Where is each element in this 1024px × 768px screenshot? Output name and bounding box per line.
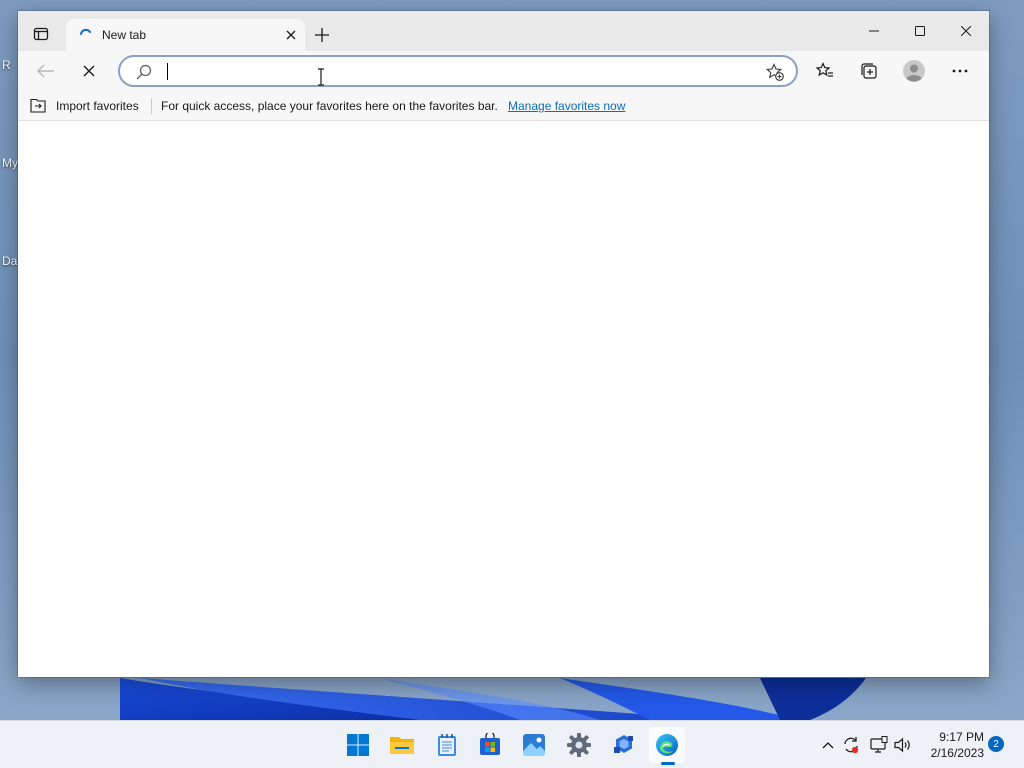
chevron-up-icon [822, 742, 834, 749]
network-tray-button[interactable] [869, 735, 889, 755]
minimize-icon [869, 30, 879, 32]
file-explorer-button[interactable] [384, 727, 420, 763]
stop-loading-button[interactable] [73, 55, 105, 87]
loading-spinner-icon [80, 28, 91, 35]
tab-actions-button[interactable] [30, 23, 52, 45]
file-explorer-icon [390, 737, 414, 754]
plus-icon [315, 28, 329, 42]
address-input[interactable] [166, 61, 746, 81]
minimize-button[interactable] [851, 11, 897, 51]
titlebar: New tab [18, 11, 989, 51]
close-icon [83, 65, 95, 77]
favorites-bar-message: For quick access, place your favorites h… [161, 99, 498, 113]
taskbar: 9:17 PM 2/16/2023 [0, 720, 1024, 768]
favorites-star-icon [816, 62, 833, 77]
import-icon [30, 98, 46, 113]
store-button[interactable] [472, 727, 508, 763]
close-window-button[interactable] [943, 11, 989, 51]
search-icon [136, 64, 152, 80]
favbar-divider [151, 98, 152, 114]
new-tab-button[interactable] [310, 23, 334, 47]
back-button[interactable] [30, 55, 62, 87]
address-bar[interactable] [118, 55, 798, 87]
edge-button[interactable] [649, 727, 685, 763]
maximize-button[interactable] [897, 11, 943, 51]
browser-window: New tab Import favorites For quick acces… [18, 11, 989, 677]
volume-icon [894, 737, 910, 753]
app-icon [614, 735, 633, 753]
tab-new-tab[interactable]: New tab [66, 19, 305, 51]
desktop-icon-label-recycle[interactable]: R [2, 58, 11, 72]
sync-tray-button[interactable] [841, 735, 861, 755]
more-icon [952, 69, 968, 73]
arrow-left-icon [37, 64, 54, 78]
tab-close-button[interactable] [283, 27, 299, 43]
add-favorite-icon[interactable] [766, 63, 784, 81]
tab-title: New tab [102, 28, 147, 42]
text-cursor-icon [318, 68, 324, 86]
settings-icon [567, 733, 591, 757]
close-icon [286, 30, 296, 40]
notification-count-badge[interactable]: 2 [988, 736, 1004, 752]
desktop-icon-label-my[interactable]: My [2, 156, 18, 170]
show-hidden-icons-button[interactable] [818, 735, 838, 755]
active-app-indicator [661, 762, 675, 765]
settings-button[interactable] [561, 727, 597, 763]
edge-icon [656, 734, 678, 756]
notepad-button[interactable] [429, 727, 465, 763]
collections-icon [861, 63, 877, 79]
sync-icon [844, 737, 859, 754]
import-favorites-button[interactable]: Import favorites [30, 95, 139, 117]
page-content [18, 122, 989, 677]
clock-date: 2/16/2023 [930, 746, 984, 760]
start-button[interactable] [340, 727, 376, 763]
maximize-icon [915, 26, 925, 36]
store-icon [480, 733, 500, 755]
taskbar-clock[interactable]: 9:17 PM 2/16/2023 [918, 729, 984, 761]
favorites-button[interactable] [809, 55, 841, 87]
favorites-bar: Import favorites For quick access, place… [18, 91, 989, 121]
app-button[interactable] [606, 727, 642, 763]
volume-tray-button[interactable] [893, 735, 913, 755]
close-icon [961, 26, 971, 36]
photos-button[interactable] [516, 727, 552, 763]
text-caret [167, 63, 168, 80]
desktop-icon-label-da[interactable]: Da [2, 254, 17, 268]
import-favorites-label: Import favorites [56, 99, 139, 113]
tab-actions-icon [33, 27, 49, 41]
clock-time: 9:17 PM [939, 730, 984, 744]
manage-favorites-link[interactable]: Manage favorites now [508, 99, 625, 113]
profile-button[interactable] [898, 55, 930, 87]
settings-more-button[interactable] [944, 55, 976, 87]
collections-button[interactable] [853, 55, 885, 87]
avatar-icon [903, 60, 925, 82]
browser-toolbar [18, 51, 989, 91]
start-icon [347, 734, 369, 756]
network-icon [870, 736, 888, 753]
notepad-icon [438, 734, 456, 756]
photos-icon [523, 734, 545, 756]
